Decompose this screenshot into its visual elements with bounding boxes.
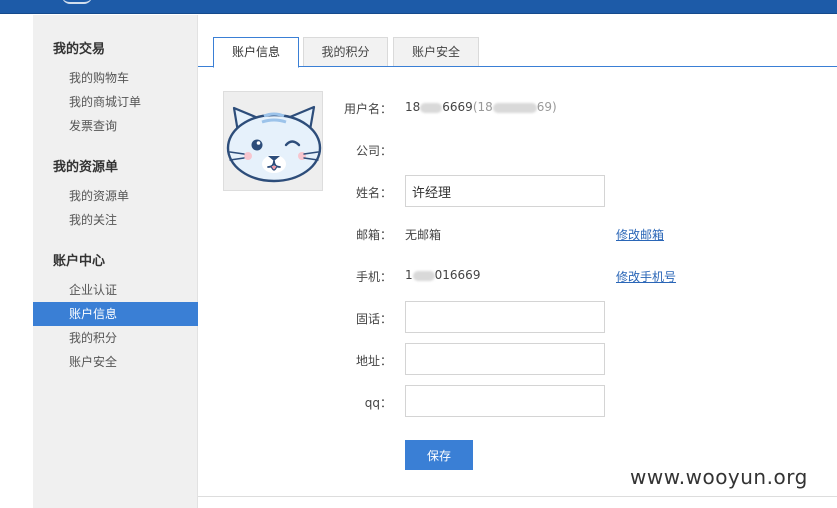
sidebar-item-follows[interactable]: 我的关注 [33, 208, 198, 232]
username-alt-open: (18 [472, 100, 493, 114]
sidebar-item-account-info[interactable]: 账户信息 [33, 302, 198, 326]
sidebar: 我的交易 我的购物车 我的商城订单 发票查询 我的资源单 我的资源单 我的关注 … [33, 15, 198, 508]
change-phone-link[interactable]: 修改手机号 [616, 268, 676, 285]
sidebar-group-title-resources: 我的资源单 [53, 160, 119, 175]
name-input[interactable] [405, 175, 605, 207]
sidebar-item-account-security[interactable]: 账户安全 [33, 350, 198, 374]
phone-prefix: 1 [405, 268, 413, 282]
email-value: 无邮箱 [405, 228, 442, 242]
tab-security[interactable]: 账户安全 [393, 37, 479, 67]
username-alt-close: 69) [536, 100, 557, 114]
bottom-divider [198, 496, 837, 497]
qq-label: qq： [364, 396, 392, 410]
redaction-blur [492, 102, 537, 113]
name-label: 姓名： [355, 186, 392, 200]
landline-label: 固话： [355, 312, 392, 326]
address-label: 地址： [355, 354, 392, 368]
username-suffix: 6669 [442, 100, 473, 114]
landline-input[interactable] [405, 301, 605, 333]
username-value: 18 6669(18 69) [405, 100, 557, 114]
sidebar-item-mall-orders[interactable]: 我的商城订单 [33, 90, 198, 114]
top-header-bar [0, 0, 837, 14]
logo-fragment [62, 0, 92, 4]
sidebar-group-title-account: 账户中心 [53, 254, 106, 269]
sidebar-item-cart[interactable]: 我的购物车 [33, 66, 198, 90]
tab-account-info[interactable]: 账户信息 [213, 37, 299, 68]
left-gutter [0, 15, 33, 508]
sidebar-group-title-trade: 我的交易 [53, 42, 106, 57]
company-label: 公司： [355, 144, 392, 158]
username-prefix: 18 [405, 100, 421, 114]
sidebar-item-invoice[interactable]: 发票查询 [33, 114, 198, 138]
sidebar-item-my-resources[interactable]: 我的资源单 [33, 184, 198, 208]
avatar[interactable] [223, 91, 323, 191]
main-content: 账户信息 我的积分 账户安全 用户名： 18 6669(18 69) 公司： 姓… [198, 15, 837, 508]
phone-value: 1 016669 [405, 268, 480, 282]
email-label: 邮箱： [355, 228, 392, 242]
username-label: 用户名： [343, 102, 392, 116]
redaction-blur [420, 102, 443, 113]
sidebar-item-enterprise-auth[interactable]: 企业认证 [33, 278, 198, 302]
qq-input[interactable] [405, 385, 605, 417]
tab-points[interactable]: 我的积分 [303, 37, 388, 67]
sidebar-item-points[interactable]: 我的积分 [33, 326, 198, 350]
phone-suffix: 016669 [434, 268, 481, 282]
change-email-link[interactable]: 修改邮箱 [616, 226, 664, 243]
watermark-text: www.wooyun.org [630, 465, 808, 489]
save-button[interactable]: 保存 [405, 440, 473, 470]
redaction-blur [412, 270, 435, 281]
cat-face-icon [226, 105, 322, 183]
address-input[interactable] [405, 343, 605, 375]
phone-label: 手机： [355, 270, 392, 284]
